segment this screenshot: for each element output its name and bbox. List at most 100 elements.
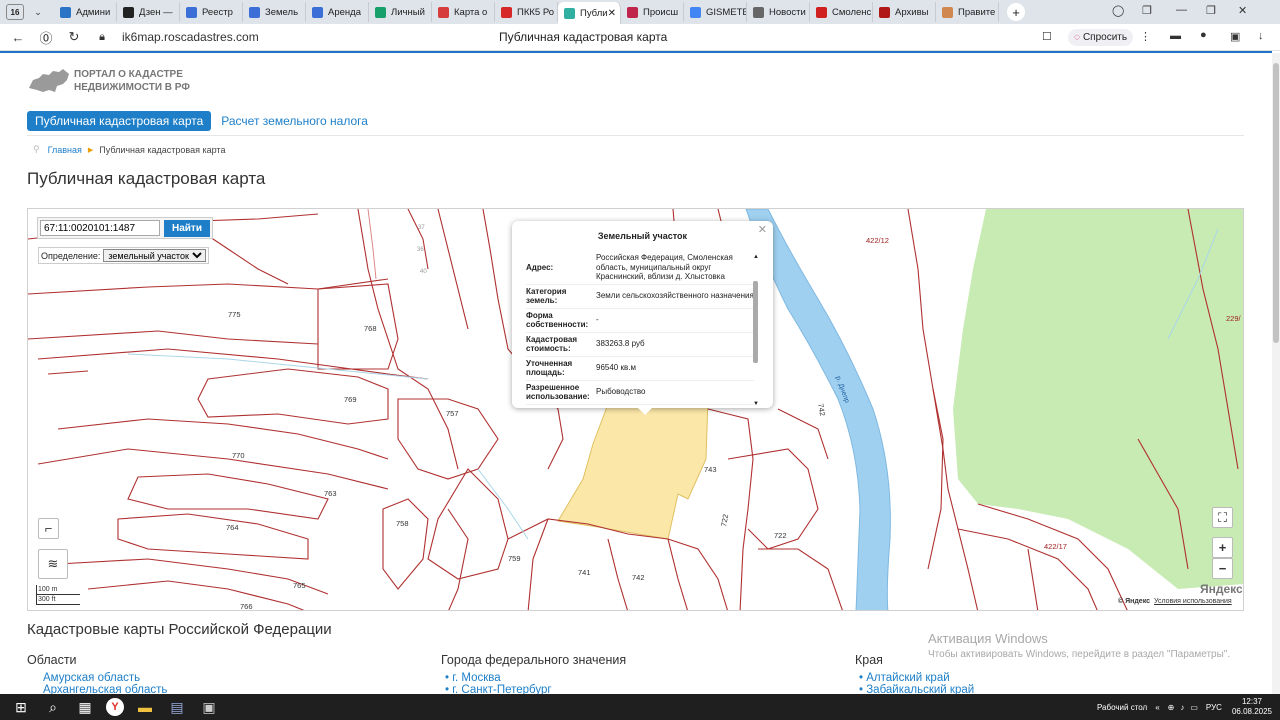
site-logo[interactable]: ПОРТАЛ О КАДАСТРЕ НЕДВИЖИМОСТИ В РФ	[27, 66, 194, 96]
photo-app-icon[interactable]: ▣	[198, 698, 220, 716]
search-icon[interactable]: ⌕	[42, 698, 64, 716]
task-view-icon[interactable]: ▦	[74, 698, 96, 716]
browser-tab[interactable]: Смоленс	[810, 2, 873, 22]
breadcrumb-home[interactable]: Главная	[48, 145, 82, 155]
language-indicator[interactable]: РУС	[1206, 703, 1222, 712]
close-window-icon[interactable]: ✕	[1238, 4, 1247, 17]
desktop-label[interactable]: Рабочий стол	[1097, 703, 1147, 712]
download-icon[interactable]: ↓	[1258, 30, 1264, 42]
layers-icon[interactable]: ≋	[38, 549, 68, 579]
browser-tab[interactable]: Реестр	[180, 2, 243, 22]
browser-tab[interactable]: Земель	[243, 2, 306, 22]
tab-list-chevron-icon[interactable]: ⌄	[30, 7, 46, 18]
browser-tab[interactable]: Происш	[621, 2, 684, 22]
speaker-icon[interactable]: ♪	[1180, 703, 1184, 712]
restore-icon[interactable]: ❐	[1206, 4, 1216, 17]
popup-scroll-up-icon[interactable]: ▲	[753, 254, 759, 260]
notepad-icon[interactable]: ▤	[166, 698, 188, 716]
scrollbar-thumb[interactable]	[1273, 63, 1279, 343]
tab-list: Админи Дзен — Реестр Земель Аренда Личный Карт…	[54, 0, 999, 24]
page-scrollbar[interactable]	[1272, 53, 1280, 694]
url-text[interactable]: ik6map.roscadastres.com	[122, 30, 259, 44]
collections-icon[interactable]: ❐	[1142, 4, 1152, 17]
fullscreen-icon[interactable]: ⛶	[1212, 507, 1233, 528]
ruler-icon[interactable]: ⌐	[38, 518, 59, 539]
parcel-info-popup: ✕ Земельный участок Адрес: Российская Фед…	[512, 221, 773, 415]
clock[interactable]: 12:37 06.08.2025	[1232, 697, 1272, 717]
info-row: Кадастровая стоимость: 383263.8 руб	[526, 332, 754, 357]
sidebar-icon[interactable]: ▣	[1230, 30, 1240, 43]
extension-icon[interactable]: ▬	[1170, 30, 1181, 42]
region-link[interactable]: Амурская область	[43, 672, 167, 684]
popup-scrollbar[interactable]: ▲ ▼	[753, 254, 759, 407]
region-link[interactable]: Алтайский край	[859, 672, 974, 684]
parcel-number-label: 775	[228, 310, 241, 319]
yandex-home-icon[interactable]: ⓪	[36, 28, 56, 47]
ask-button[interactable]: ◌ Спросить	[1068, 29, 1134, 46]
browser-tab[interactable]: Архивы	[873, 2, 936, 22]
tab-title: Происш	[643, 6, 679, 18]
parcel-number-label: 422/12	[866, 236, 889, 245]
browser-tab[interactable]: Карта о	[432, 2, 495, 22]
cadastral-number-input[interactable]	[40, 220, 160, 236]
definition-select[interactable]: земельный участок	[103, 249, 207, 262]
tab-close-icon[interactable]: ✕	[608, 8, 616, 19]
reload-icon[interactable]: ↻	[64, 29, 84, 45]
page-top-accent-line	[0, 51, 1272, 53]
nav-public-cadastral-map[interactable]: Публичная кадастровая карта	[27, 111, 212, 131]
yandex-logo[interactable]: Яндекс	[1200, 582, 1243, 596]
browser-tab[interactable]: Дзен —	[117, 2, 180, 22]
page-title: Публичная кадастровая карта	[27, 169, 266, 188]
browser-tab[interactable]: Правите	[936, 2, 999, 22]
avatar-icon[interactable]: ●	[1200, 29, 1207, 41]
parcel-number-label: 36	[417, 247, 424, 253]
parcel-number-label: 743	[704, 465, 717, 474]
new-tab-plus-icon[interactable]: +	[1007, 3, 1025, 21]
info-value: 383263.8 руб	[596, 332, 754, 357]
road-line	[367, 209, 377, 280]
back-arrow-icon[interactable]: ←	[8, 30, 28, 45]
zoom-out-icon[interactable]: −	[1212, 558, 1233, 579]
minimize-icon[interactable]: —	[1176, 4, 1187, 16]
logo-text: ПОРТАЛ О КАДАСТРЕ НЕДВИЖИМОСТИ В РФ	[74, 69, 190, 93]
file-explorer-icon[interactable]: ▬	[134, 698, 156, 716]
parcel-number-label: 764	[226, 523, 239, 532]
tray-chevron-icon[interactable]: «	[1155, 703, 1159, 712]
info-row: Форма собственности: -	[526, 308, 754, 333]
tab-favicon-icon	[753, 6, 764, 18]
popup-close-icon[interactable]: ✕	[758, 223, 767, 236]
tab-favicon-icon	[816, 6, 827, 18]
nav-land-tax[interactable]: Расчет земельного налога	[221, 114, 368, 128]
more-icon[interactable]: ⋮	[1140, 30, 1151, 43]
map-scale: 100 m 300 ft	[36, 585, 80, 605]
tab-count-badge[interactable]: 16	[6, 4, 24, 20]
tab-favicon-icon	[312, 6, 323, 18]
site-nav: Публичная кадастровая карта Расчет земел…	[27, 111, 368, 131]
yandex-browser-icon[interactable]: Y	[106, 698, 124, 716]
tab-title: Публи	[580, 7, 608, 19]
bookmark-icon[interactable]: ☐	[1042, 30, 1052, 43]
tab-favicon-icon	[375, 6, 386, 18]
windows-taskbar: ⊞ ⌕ ▦ Y ▬ ▤ ▣ Рабочий стол « ⊕ ♪ ▭ РУС 1…	[0, 694, 1280, 720]
popup-scroll-thumb[interactable]	[753, 281, 758, 363]
browser-tab[interactable]: ПКК5 Ро	[495, 2, 558, 22]
popup-scroll-down-icon[interactable]: ▼	[753, 401, 759, 407]
terms-link[interactable]: Условия использования	[1154, 598, 1232, 605]
network-icon[interactable]: ⊕	[1168, 703, 1175, 712]
keyboard-icon[interactable]: ▭	[1190, 703, 1198, 712]
browser-tab[interactable]: Публи ✕	[558, 2, 621, 24]
browser-tab[interactable]: Новости	[747, 2, 810, 22]
zoom-in-icon[interactable]: +	[1212, 537, 1233, 558]
region-link[interactable]: г. Москва	[445, 672, 626, 684]
parcel-number-label: 40	[420, 269, 427, 275]
browser-tab[interactable]: GISMETE	[684, 2, 747, 22]
find-button[interactable]: Найти	[164, 219, 210, 237]
browser-tab[interactable]: Админи	[54, 2, 117, 22]
cadastral-map[interactable]: 775 768 769 757 770 763 764 758 765 766 759 741 742 7…	[27, 208, 1244, 611]
browser-tab[interactable]: Аренда	[306, 2, 369, 22]
profile-icon[interactable]: ◯	[1112, 4, 1124, 17]
parcel-number-label: 766	[240, 602, 253, 611]
russia-map-logo-icon	[29, 69, 69, 92]
browser-tab[interactable]: Личный	[369, 2, 432, 22]
windows-start-icon[interactable]: ⊞	[10, 698, 32, 716]
